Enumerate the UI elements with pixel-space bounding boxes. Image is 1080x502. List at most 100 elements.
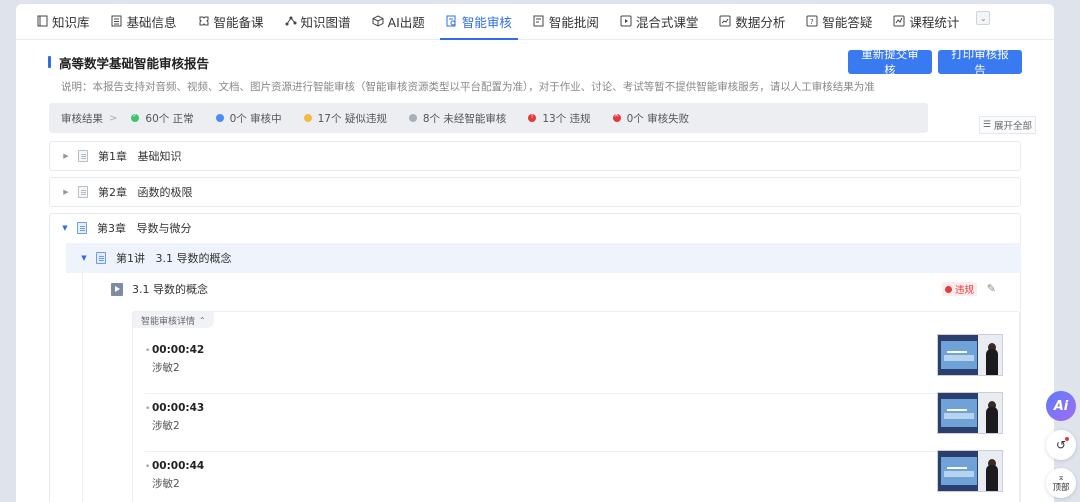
tab-knowledge-base[interactable]: 知识库 — [30, 4, 96, 39]
audit-result-label: 审核结果 — [61, 112, 103, 125]
ai-assistant-button[interactable]: Ai — [1046, 391, 1076, 421]
stat-text: 0个 审核失败 — [626, 112, 690, 125]
tab-label: 混合式课堂 — [635, 14, 699, 30]
detail-entry: • 00:00:44 涉敏2 — [145, 450, 1005, 502]
more-tabs-button[interactable]: ⌄ — [976, 11, 991, 25]
expand-all-button[interactable]: ☰ 展开全部 — [978, 116, 1036, 134]
stat-text: 0个 审核中 — [229, 112, 282, 125]
clock-circle-icon — [215, 114, 224, 122]
resubmit-button[interactable]: 重新提交审核 — [848, 49, 932, 77]
entry-label: 涉敏2 — [152, 420, 180, 432]
tab-hybrid-class[interactable]: 混合式课堂 — [614, 4, 705, 39]
frame-thumbnail[interactable] — [937, 450, 1003, 492]
tab-label: 智能答疑 — [822, 14, 873, 30]
main-panel: 知识库 基础信息 智能备课 知识图谱 AI出题 智能审核 智能批阅 混合式课堂 — [16, 4, 1054, 502]
tab-data-analysis[interactable]: 数据分析 — [713, 4, 791, 39]
caret-right-icon: ▶ — [63, 188, 69, 196]
chevron-up-icon: ⌃ — [199, 315, 206, 325]
stat-violation[interactable]: 13个 违规 — [528, 111, 591, 126]
report-header: 高等数学基础智能审核报告 重新提交审核 打印审核报告 — [48, 48, 1022, 77]
caret-right-icon: ▶ — [63, 152, 69, 160]
lecture-row[interactable]: ▼ 第1讲 3.1 导数的概念 — [66, 243, 1021, 273]
tab-smart-prep[interactable]: 智能备课 — [192, 4, 270, 39]
entry-time[interactable]: 00:00:44 — [152, 460, 204, 472]
audit-detail-toggle[interactable]: 智能审核详情 ⌃ — [133, 312, 214, 328]
audit-result-bar: 审核结果 > 60个 正常 0个 审核中 17个 疑似违规 8个 未经智能审核 … — [49, 103, 928, 133]
notification-dot — [1065, 437, 1069, 441]
tab-smart-audit[interactable]: 智能审核 — [439, 4, 518, 40]
chart-icon — [719, 15, 731, 27]
back-to-top-label: 顶部 — [1052, 483, 1070, 493]
page-title: 高等数学基础智能审核报告 — [59, 56, 210, 71]
tab-label: 智能备课 — [213, 14, 264, 30]
resource-title: 3.1 导数的概念 — [132, 283, 208, 296]
tab-basic-info[interactable]: 基础信息 — [105, 4, 183, 39]
chevron-down-icon: ⌄ — [980, 13, 987, 23]
alert-circle-icon — [528, 113, 537, 122]
back-to-top-button[interactable]: ⌅ 顶部 — [1046, 468, 1076, 498]
alert-dot-icon — [944, 285, 952, 293]
puzzle-icon — [198, 15, 210, 27]
book-icon — [36, 15, 48, 27]
tab-smart-review[interactable]: 智能批阅 — [527, 4, 605, 39]
ai-label: Ai — [1053, 398, 1069, 414]
review-icon — [533, 15, 545, 27]
detail-entry: • 00:00:43 涉敏2 — [145, 392, 1005, 452]
list-icon — [111, 15, 123, 27]
stat-suspected[interactable]: 17个 疑似违规 — [303, 111, 387, 126]
audit-icon — [446, 15, 458, 27]
minus-circle-icon — [408, 114, 417, 122]
tab-ai-question[interactable]: AI出题 — [366, 4, 431, 39]
svg-text:?: ? — [810, 18, 814, 26]
bullet: • — [145, 462, 151, 472]
arrow-up-icon: ⌅ — [1057, 473, 1065, 483]
expand-all-label: 展开全部 — [993, 121, 1032, 132]
chapter-label: 第2章 函数的极限 — [98, 186, 193, 199]
tab-label: 智能审核 — [461, 14, 512, 30]
tab-knowledge-graph[interactable]: 知识图谱 — [279, 4, 357, 39]
title-accent-bar — [48, 56, 51, 68]
entry-label: 涉敏2 — [152, 478, 180, 490]
document-icon — [78, 186, 88, 198]
stat-failed[interactable]: 0个 审核失败 — [612, 111, 690, 126]
top-nav: 知识库 基础信息 智能备课 知识图谱 AI出题 智能审核 智能批阅 混合式课堂 — [16, 4, 1054, 40]
stat-reviewing[interactable]: 0个 审核中 — [215, 111, 282, 126]
tab-course-stats[interactable]: 课程统计 — [887, 4, 965, 39]
resource-header[interactable]: 3.1 导数的概念 违规 ✎ — [83, 273, 1022, 305]
qa-icon: ? — [806, 15, 818, 27]
tab-label: 智能批阅 — [548, 14, 599, 30]
play-icon — [620, 15, 632, 27]
tab-label: AI出题 — [387, 14, 425, 30]
stat-text: 8个 未经智能审核 — [422, 112, 507, 125]
report-description: 说明：本报告支持对音频、视频、文档、图片资源进行智能审核（智能审核资源类型以平台… — [61, 81, 875, 93]
status-badge: 违规 — [941, 282, 977, 296]
frame-thumbnail[interactable] — [937, 392, 1003, 434]
lecture-label: 第1讲 3.1 导数的概念 — [116, 252, 232, 265]
tab-label: 课程统计 — [909, 14, 960, 30]
expand-list-icon: ☰ — [982, 120, 991, 130]
chapter-row[interactable]: ▼ 第3章 导数与微分 — [49, 213, 1021, 243]
edit-icon[interactable]: ✎ — [987, 282, 996, 295]
video-icon — [111, 282, 123, 296]
print-report-button[interactable]: 打印审核报告 — [938, 49, 1022, 77]
detail-tag-label: 智能审核详情 — [141, 316, 196, 327]
history-button[interactable]: ↺ — [1046, 430, 1076, 460]
frame-thumbnail[interactable] — [937, 334, 1003, 376]
document-icon — [77, 222, 87, 234]
warning-circle-icon — [303, 114, 312, 122]
stat-unreviewed[interactable]: 8个 未经智能审核 — [408, 111, 507, 126]
detail-entry: • 00:00:42 涉敏2 — [145, 334, 1005, 394]
tab-smart-qa[interactable]: ? 智能答疑 — [800, 4, 878, 39]
tab-label: 知识库 — [52, 14, 90, 30]
entry-time[interactable]: 00:00:42 — [152, 344, 204, 356]
stat-normal[interactable]: 60个 正常 — [131, 111, 194, 126]
tab-label: 基础信息 — [126, 14, 177, 30]
status-text: 违规 — [954, 285, 974, 296]
entry-label: 涉敏2 — [152, 362, 180, 374]
chapter-row[interactable]: ▶ 第2章 函数的极限 — [49, 177, 1021, 207]
graph-icon — [285, 15, 297, 27]
cube-icon — [372, 15, 384, 27]
document-icon — [96, 252, 106, 264]
entry-time[interactable]: 00:00:43 — [152, 402, 204, 414]
chapter-row[interactable]: ▶ 第1章 基础知识 — [49, 141, 1021, 171]
